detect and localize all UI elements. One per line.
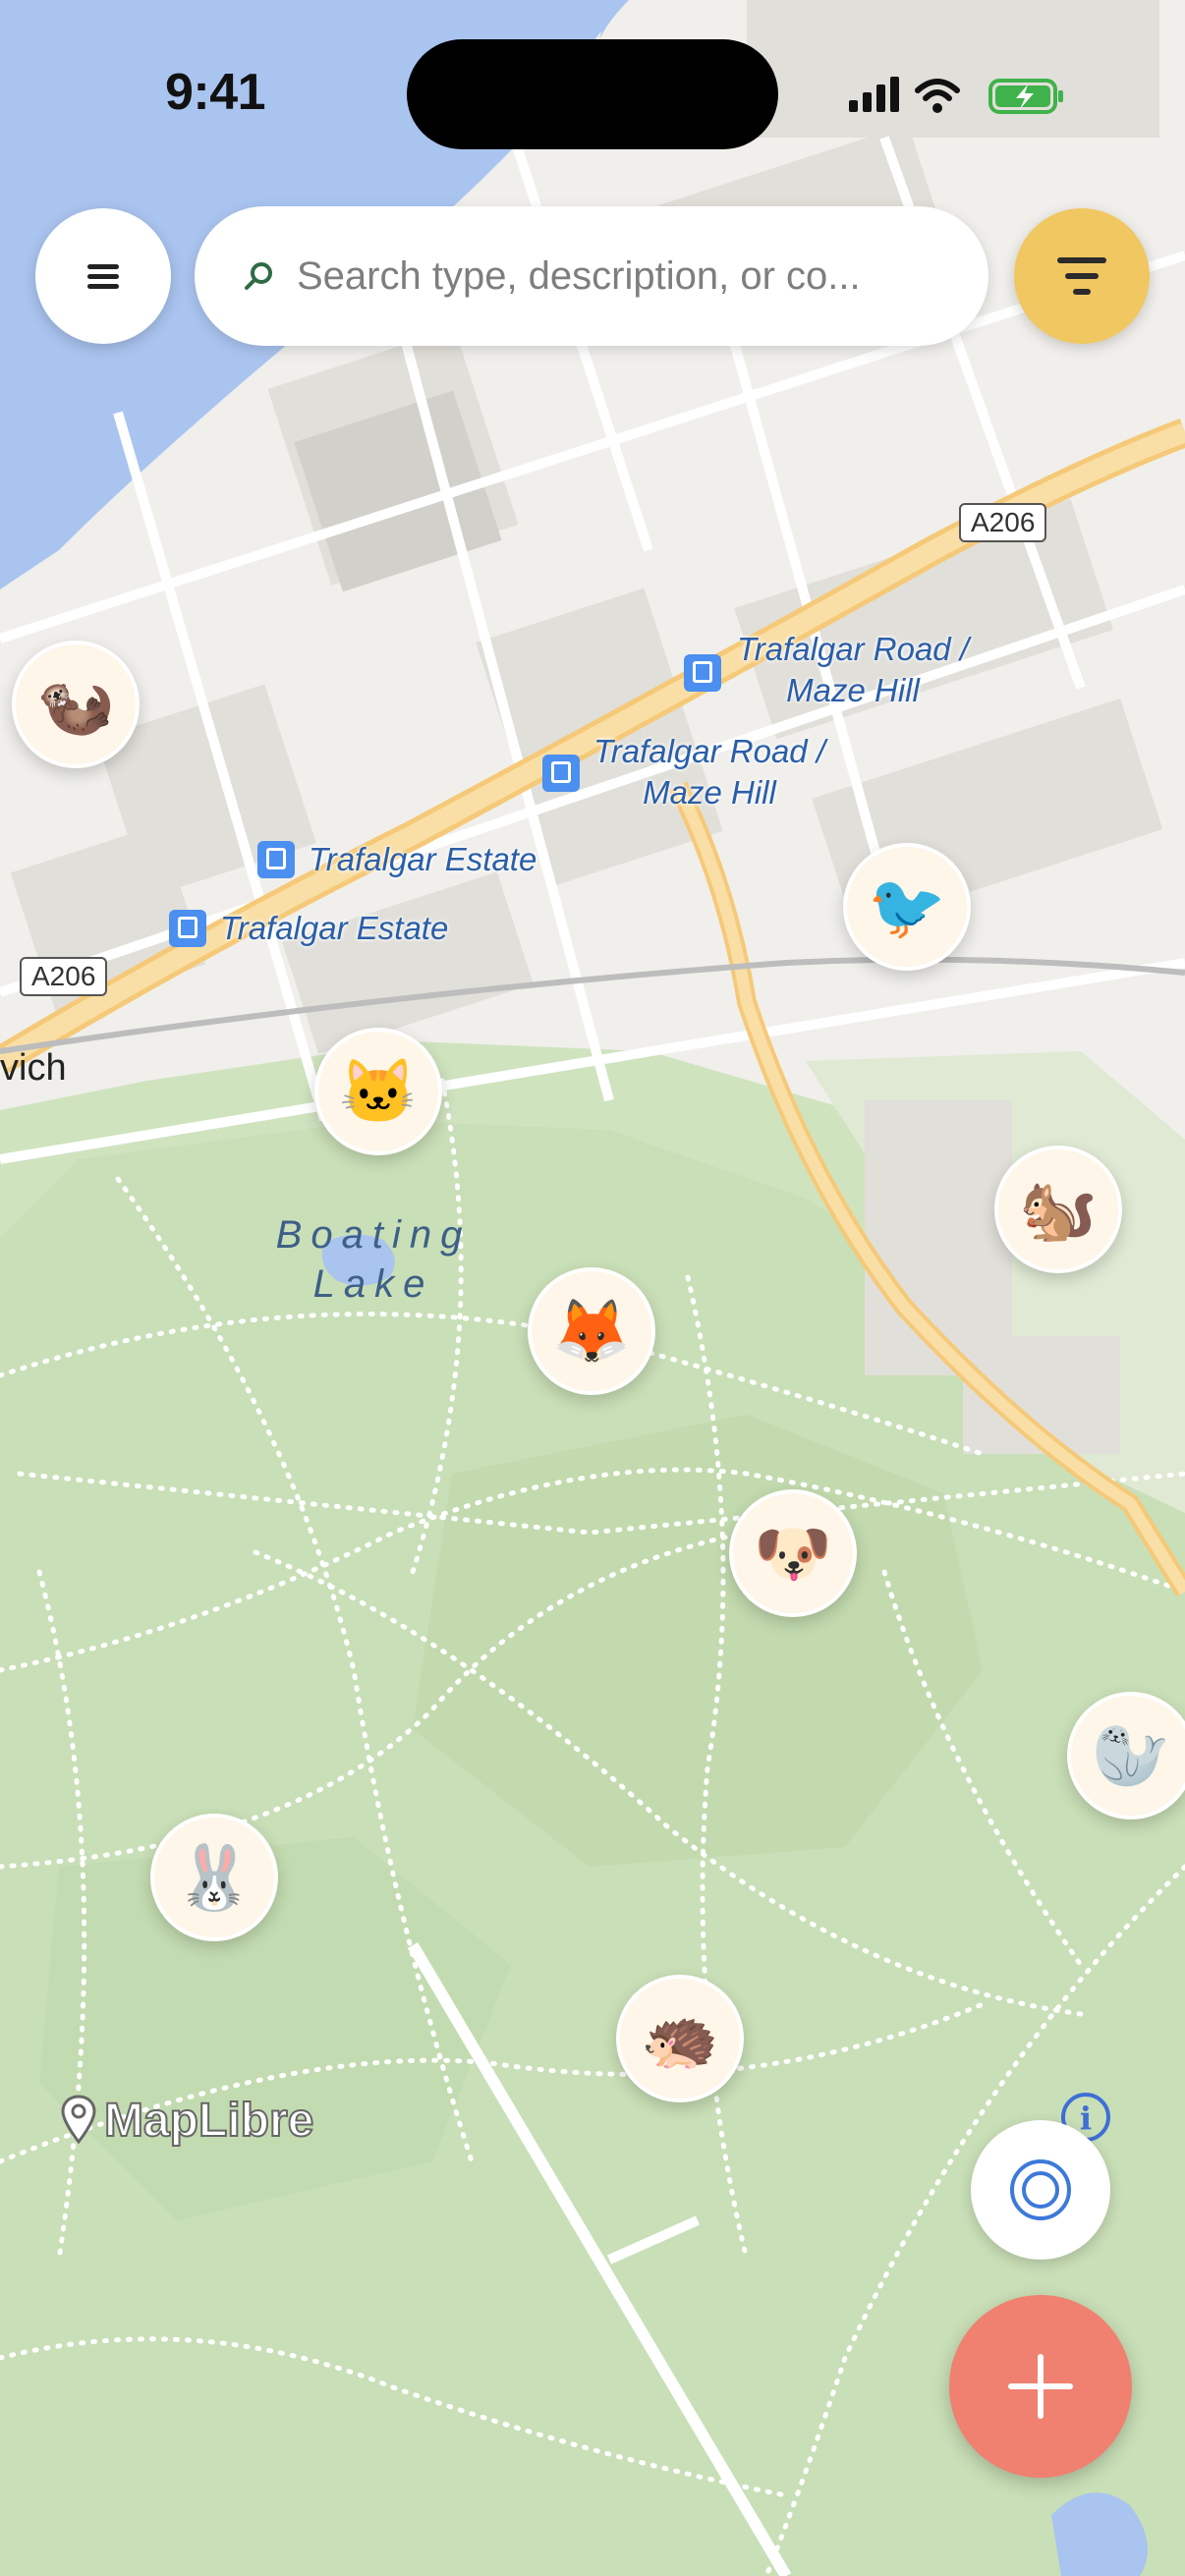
search-icon	[245, 262, 272, 290]
status-icons	[849, 77, 1063, 114]
bus-stop-label: Trafalgar Road / Maze Hill	[593, 733, 825, 811]
bus-stop-icon[interactable]	[684, 654, 721, 692]
battery-icon	[988, 79, 1063, 114]
wifi-icon	[915, 79, 960, 101]
signal-icon	[849, 77, 899, 112]
bus-stop-label: Trafalgar Road / Maze Hill	[737, 631, 969, 708]
pin-chipmunk[interactable]: 🐿️	[994, 1146, 1122, 1273]
pin-bird[interactable]: 🐦	[843, 843, 971, 971]
bus-stop-icon[interactable]	[542, 755, 580, 792]
bus-stop-icon[interactable]	[169, 910, 206, 947]
pin-hedgehog[interactable]: 🦔	[616, 1975, 744, 2102]
place-label: vich	[0, 1047, 67, 1089]
search-bar[interactable]: Search type, description, or co...	[195, 206, 988, 346]
road-shield-a206: A206	[959, 503, 1047, 542]
filter-button[interactable]	[1014, 208, 1150, 344]
dynamic-island	[407, 39, 778, 149]
search-input[interactable]: Search type, description, or co...	[297, 206, 861, 346]
lake-label: Boating Lake	[275, 1213, 472, 1306]
pin-rabbit[interactable]: 🐰	[150, 1814, 278, 1941]
pin-fox[interactable]: 🦊	[528, 1267, 655, 1395]
bus-stop-label: Trafalgar Estate	[220, 910, 449, 946]
road-shield-a206: A206	[20, 957, 108, 996]
bus-stop-label: Trafalgar Estate	[309, 841, 537, 877]
locate-button[interactable]	[971, 2120, 1110, 2260]
bus-stop-icon[interactable]	[257, 841, 295, 878]
maplibre-attribution[interactable]: MapLibre	[59, 2093, 314, 2148]
menu-button[interactable]	[35, 208, 171, 344]
attribution-text: MapLibre	[103, 2094, 314, 2148]
pin-otter[interactable]: 🦦	[12, 641, 140, 768]
pin-dog[interactable]: 🐶	[729, 1489, 857, 1617]
add-button[interactable]	[949, 2295, 1132, 2478]
pin-cat[interactable]: 🐱	[314, 1028, 442, 1155]
status-time: 9:41	[165, 64, 266, 121]
hamburger-icon	[87, 259, 119, 294]
map-pin-icon	[61, 2095, 96, 2145]
pin-seal[interactable]: 🦭	[1067, 1692, 1185, 1820]
